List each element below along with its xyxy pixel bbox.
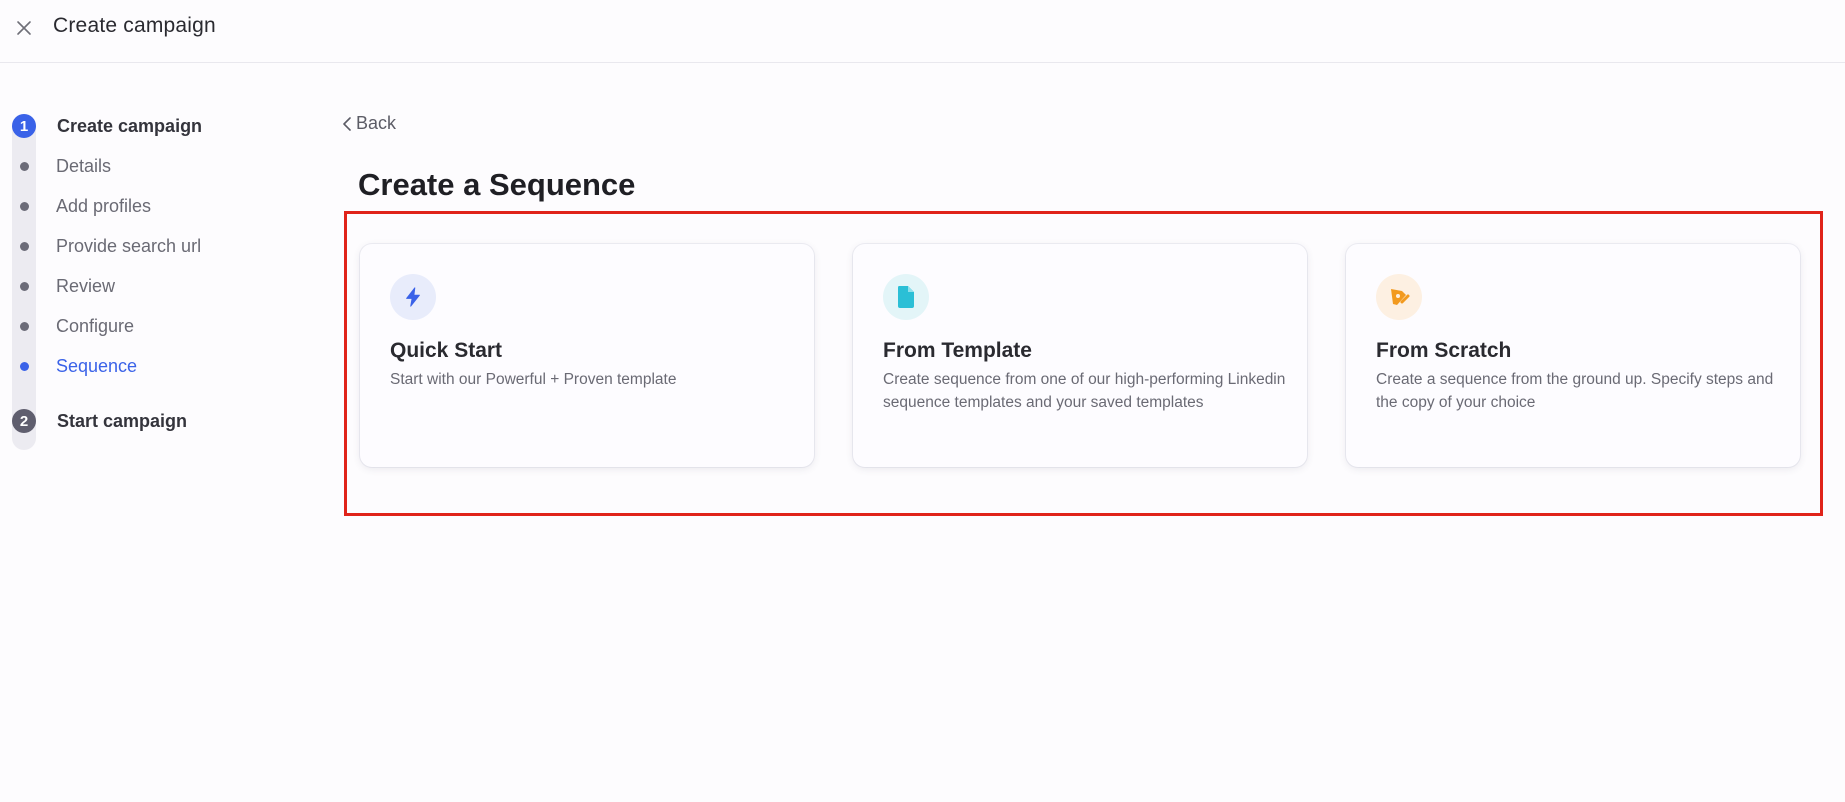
from-scratch-card[interactable]: From Scratch Create a sequence from the …: [1346, 244, 1800, 467]
substep-sequence[interactable]: Sequence: [12, 354, 137, 378]
substep-add-profiles[interactable]: Add profiles: [12, 194, 151, 218]
chevron-left-icon: [343, 116, 351, 131]
back-button[interactable]: Back: [342, 113, 396, 134]
lightning-icon: [390, 274, 436, 320]
substep-dot: [12, 194, 36, 218]
step-label: Create campaign: [57, 115, 203, 136]
substep-provide-search-url[interactable]: Provide search url: [12, 234, 201, 258]
card-title: From Template: [883, 339, 1032, 362]
substep-label: Sequence: [56, 355, 138, 376]
substep-label: Provide search url: [56, 235, 202, 256]
step-label: Start campaign: [57, 410, 188, 431]
substep-label: Review: [56, 275, 116, 296]
card-description: Start with our Powerful + Proven templat…: [390, 371, 677, 388]
substep-label: Add profiles: [56, 195, 152, 216]
top-bar: Create campaign: [0, 0, 1845, 63]
substep-dot: [12, 354, 36, 378]
card-title: Quick Start: [390, 339, 503, 362]
document-icon: [883, 274, 929, 320]
substep-label: Details: [56, 155, 112, 176]
substep-dot: [12, 234, 36, 258]
step-number: 2: [12, 409, 36, 433]
substep-configure[interactable]: Configure: [12, 314, 134, 338]
from-template-card[interactable]: From Template Create sequence from one o…: [853, 244, 1307, 467]
step-create-campaign[interactable]: 1 Create campaign: [12, 114, 202, 138]
card-description: Create a sequence from the ground up. Sp…: [1376, 371, 1774, 411]
substep-details[interactable]: Details: [12, 154, 111, 178]
quick-start-card[interactable]: Quick Start Start with our Powerful + Pr…: [360, 244, 814, 467]
section-heading: Create a Sequence: [358, 167, 636, 202]
campaign-stepper: 1 Create campaign Details Add profiles P…: [0, 110, 300, 450]
step-number: 1: [12, 114, 36, 138]
card-title: From Scratch: [1376, 339, 1512, 362]
substep-review[interactable]: Review: [12, 274, 115, 298]
back-label: Back: [356, 113, 397, 133]
page-title: Create campaign: [53, 14, 216, 37]
close-icon[interactable]: [12, 16, 36, 40]
substep-dot: [12, 314, 36, 338]
card-description: Create sequence from one of our high-per…: [883, 371, 1286, 411]
step-start-campaign[interactable]: 2 Start campaign: [12, 409, 187, 433]
substep-label: Configure: [56, 315, 135, 336]
substep-dot: [12, 154, 36, 178]
pen-tool-icon: [1376, 274, 1422, 320]
substep-dot: [12, 274, 36, 298]
